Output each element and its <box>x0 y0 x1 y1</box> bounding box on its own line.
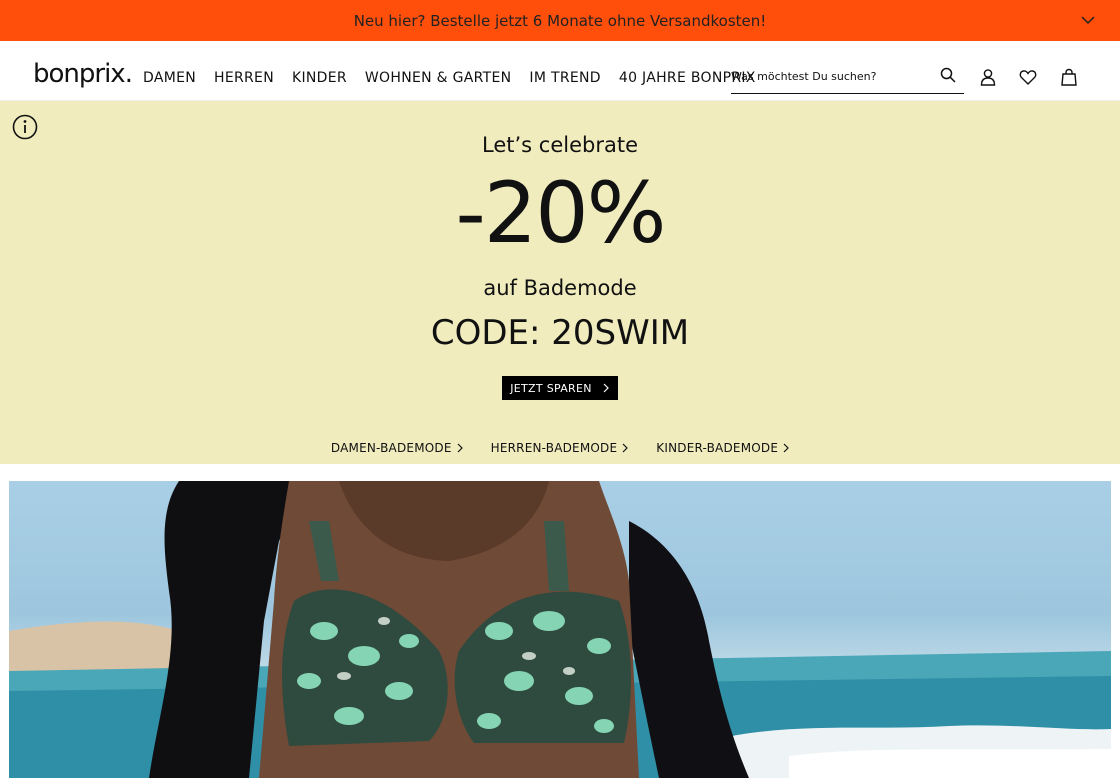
swimwear-photo[interactable] <box>9 481 1111 778</box>
chevron-right-icon <box>783 443 789 453</box>
nav-item-herren[interactable]: HERREN <box>214 70 274 86</box>
search-box <box>731 65 964 94</box>
nav-item-damen[interactable]: DAMEN <box>143 70 196 86</box>
search-input[interactable] <box>731 65 931 88</box>
search-icon[interactable] <box>940 67 956 83</box>
nav-item-wohnen-garten[interactable]: WOHNEN & GARTEN <box>365 70 512 86</box>
link-kinder-bademode[interactable]: KINDER-BADEMODE <box>656 441 789 455</box>
chevron-right-icon <box>622 443 629 453</box>
link-herren-bademode[interactable]: HERREN-BADEMODE <box>491 441 629 455</box>
swimwear-photo-illustration <box>9 481 1111 778</box>
hero-subline: auf Bademode <box>483 276 637 300</box>
link-damen-bademode[interactable]: DAMEN-BADEMODE <box>331 441 463 455</box>
promo-text[interactable]: Neu hier? Bestelle jetzt 6 Monate ohne V… <box>354 12 767 30</box>
main-nav: DAMEN HERREN KINDER WOHNEN & GARTEN IM T… <box>143 70 774 86</box>
promo-bar[interactable]: Neu hier? Bestelle jetzt 6 Monate ohne V… <box>0 0 1120 41</box>
jetzt-sparen-button[interactable]: JETZT SPAREN <box>502 376 618 400</box>
link-label: DAMEN-BADEMODE <box>330 441 452 455</box>
chevron-right-icon <box>603 383 609 393</box>
hero-banner[interactable]: Let’s celebrate -20% auf Bademode CODE: … <box>0 101 1120 464</box>
chevron-down-icon[interactable] <box>1080 12 1096 28</box>
hero-discount: -20% <box>455 164 666 262</box>
hero-code: CODE: 20SWIM <box>430 313 690 353</box>
chevron-right-icon <box>457 443 463 453</box>
hero-tagline: Let’s celebrate <box>482 133 638 157</box>
site-header: bonprix. DAMEN HERREN KINDER WOHNEN & GA… <box>0 41 1120 101</box>
nav-item-kinder[interactable]: KINDER <box>292 70 347 86</box>
nav-item-im-trend[interactable]: IM TREND <box>529 70 600 86</box>
shopping-bag-icon[interactable] <box>1060 68 1078 86</box>
heart-icon[interactable] <box>1019 68 1037 86</box>
link-label: KINDER-BADEMODE <box>656 441 779 455</box>
category-links: DAMEN-BADEMODE HERREN-BADEMODE KINDER-BA… <box>0 441 1120 455</box>
cta-label: JETZT SPAREN <box>510 381 592 395</box>
user-icon[interactable] <box>979 68 997 86</box>
link-label: HERREN-BADEMODE <box>490 441 618 455</box>
logo[interactable]: bonprix. <box>33 59 133 89</box>
